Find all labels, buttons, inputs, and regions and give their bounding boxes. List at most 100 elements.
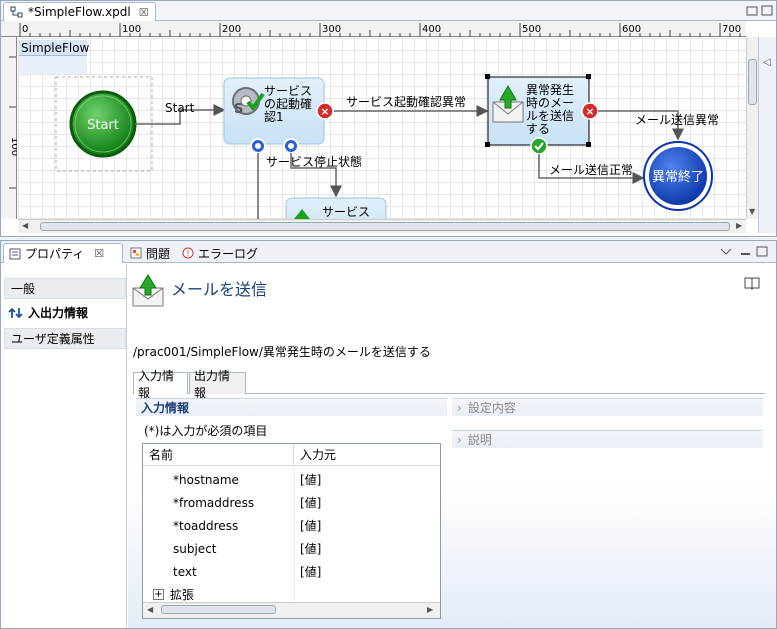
section-input-info[interactable]: 入力情報 xyxy=(136,398,447,416)
nav-user-attributes-label: ユーザ定義属性 xyxy=(11,332,95,346)
diagram-canvas[interactable]: SimpleFlow Start Start S サービス の起動確 認1 × … xyxy=(18,38,746,219)
table-header: 名前 入力元 xyxy=(143,444,440,466)
end-event-label: 異常終了 xyxy=(652,169,704,185)
section-settings-label: 設定内容 xyxy=(467,401,516,415)
window-controls xyxy=(746,5,773,16)
tab-properties[interactable]: プロパティ ☒ xyxy=(3,243,123,263)
edge-task1-error-label: サービス起動確認異常 xyxy=(346,94,466,109)
col-source-header[interactable]: 入力元 xyxy=(294,446,336,463)
edge-task2-error-label: メール送信異常 xyxy=(635,112,719,127)
hscroll-thumb[interactable] xyxy=(40,222,730,231)
success-boundary-icon[interactable] xyxy=(530,137,548,155)
nav-io-info[interactable]: 入出力情報 xyxy=(4,302,126,323)
view-menu-icon[interactable] xyxy=(720,248,732,255)
ruler-tick-label: 300 xyxy=(322,24,341,35)
edge-start-label: Start xyxy=(165,101,195,115)
horizontal-ruler: 0 100 200 300 400 500 600 700 xyxy=(1,21,746,37)
table-hscroll-thumb[interactable] xyxy=(161,605,276,614)
input-params-table[interactable]: 名前 入力元 *hostname [値] *fromaddress [値] *t… xyxy=(142,443,441,619)
close-icon[interactable]: ☒ xyxy=(139,6,149,19)
problems-icon xyxy=(130,247,142,259)
help-book-icon[interactable] xyxy=(744,276,760,290)
tab-error-log[interactable]: ! エラーログ xyxy=(177,243,263,263)
properties-content: メールを送信 /prac001/SimpleFlow/異常発生時のメールを送信す… xyxy=(128,264,776,628)
ruler-tick-label: 200 xyxy=(222,24,241,35)
tab-problems[interactable]: 問題 xyxy=(125,243,175,263)
editor-tab-simpleflow[interactable]: *SimpleFlow.xpdl ☒ xyxy=(3,2,156,21)
minimize-icon[interactable] xyxy=(746,6,758,16)
tab-problems-label: 問題 xyxy=(146,246,171,261)
row-source[interactable]: [値] xyxy=(294,517,321,534)
expand-label: 拡張 xyxy=(170,588,195,602)
properties-title: メールを送信 xyxy=(171,280,268,299)
table-row[interactable]: text [値] xyxy=(143,560,440,583)
tab-error-log-label: エラーログ xyxy=(198,246,259,261)
editor-tab-title: *SimpleFlow.xpdl xyxy=(28,5,131,19)
row-name: *hostname xyxy=(173,472,239,487)
table-row[interactable]: *hostname [値] xyxy=(143,468,440,491)
table-row[interactable]: *toaddress [値] xyxy=(143,514,440,537)
expand-toggle-icon[interactable]: + xyxy=(153,589,164,600)
spacer2 xyxy=(146,400,147,401)
row-name: *fromaddress xyxy=(173,495,255,510)
svg-text:S: S xyxy=(234,102,243,117)
scroll-down-icon[interactable]: ▼ xyxy=(749,207,755,216)
scroll-left-icon[interactable]: ◀ xyxy=(147,605,153,614)
palette-strip: ◁ xyxy=(758,37,776,233)
row-source[interactable]: [値] xyxy=(294,471,321,488)
chevron-right-icon: › xyxy=(457,400,462,415)
editor-horizontal-scrollbar[interactable]: ◀ ▶ xyxy=(18,219,746,233)
close-icon[interactable]: ☒ xyxy=(94,247,104,260)
io-subtabs: 入力情報 出力情報 xyxy=(133,369,765,400)
process-diagram[interactable]: SimpleFlow Start Start S サービス の起動確 認1 × … xyxy=(18,38,746,219)
error-log-icon: ! xyxy=(182,247,194,259)
ruler-tick-label: 500 xyxy=(522,24,541,35)
view-controls xyxy=(720,246,768,257)
vscroll-thumb[interactable] xyxy=(748,59,757,105)
section-settings[interactable]: › 設定内容 xyxy=(452,398,763,416)
properties-icon xyxy=(9,248,21,259)
editor-tab-bar: *SimpleFlow.xpdl ☒ xyxy=(1,1,776,21)
row-source[interactable]: [値] xyxy=(294,494,321,511)
maximize-icon[interactable] xyxy=(756,246,768,257)
row-name: text xyxy=(173,564,197,579)
scroll-left-icon[interactable]: ◀ xyxy=(22,221,28,230)
editor-vertical-scrollbar[interactable]: ▼ xyxy=(746,37,758,219)
properties-tab-bar: プロパティ ☒ 問題 ! エラーログ xyxy=(1,241,776,263)
scroll-right-icon[interactable]: ▶ xyxy=(427,605,433,614)
subtab-output-label: 出力情報 xyxy=(194,368,231,400)
subtab-input[interactable]: 入力情報 xyxy=(133,369,188,400)
pool-label-band xyxy=(19,56,87,74)
row-name: *toaddress xyxy=(173,518,239,533)
section-input-label: 入力情報 xyxy=(141,401,190,415)
io-arrows-icon xyxy=(8,307,23,318)
scroll-right-icon[interactable]: ▶ xyxy=(736,221,742,230)
start-event-label: Start xyxy=(87,118,119,133)
subtab-input-label: 入力情報 xyxy=(138,368,175,400)
pool-label: SimpleFlow xyxy=(21,41,90,55)
nav-io-info-label: 入出力情報 xyxy=(28,306,89,320)
palette-toggle-icon[interactable]: ◁ xyxy=(763,57,771,68)
table-row[interactable]: subject [値] xyxy=(143,537,440,560)
vertical-ruler: 100 xyxy=(1,37,20,219)
mail-send-icon xyxy=(132,274,164,307)
nav-general[interactable]: 一般 xyxy=(4,278,126,299)
error-x-icon: × xyxy=(320,105,329,118)
maximize-icon[interactable] xyxy=(761,5,773,16)
section-desc-label: 説明 xyxy=(467,433,492,447)
col-name-header[interactable]: 名前 xyxy=(143,444,294,466)
task3-label: サービス xyxy=(322,205,370,219)
ruler-tick-label: 0 xyxy=(22,24,28,35)
properties-view: プロパティ ☒ 問題 ! エラーログ 一般 入出力情報 ユーザ定義属性 メールを… xyxy=(0,240,777,629)
required-note: (*)は入力が必須の項目 xyxy=(144,424,268,438)
row-source[interactable]: [値] xyxy=(294,540,321,557)
table-horizontal-scrollbar[interactable]: ◀ ▶ xyxy=(143,602,440,618)
row-source[interactable]: [値] xyxy=(294,563,321,580)
element-path: /prac001/SimpleFlow/異常発生時のメールを送信する xyxy=(133,345,431,359)
section-description[interactable]: › 説明 xyxy=(452,430,763,448)
table-row[interactable]: *fromaddress [値] xyxy=(143,491,440,514)
subtab-output[interactable]: 出力情報 xyxy=(189,369,246,400)
nav-user-attributes[interactable]: ユーザ定義属性 xyxy=(4,328,126,349)
xpdl-file-icon xyxy=(10,6,23,18)
row-name: subject xyxy=(173,541,217,556)
